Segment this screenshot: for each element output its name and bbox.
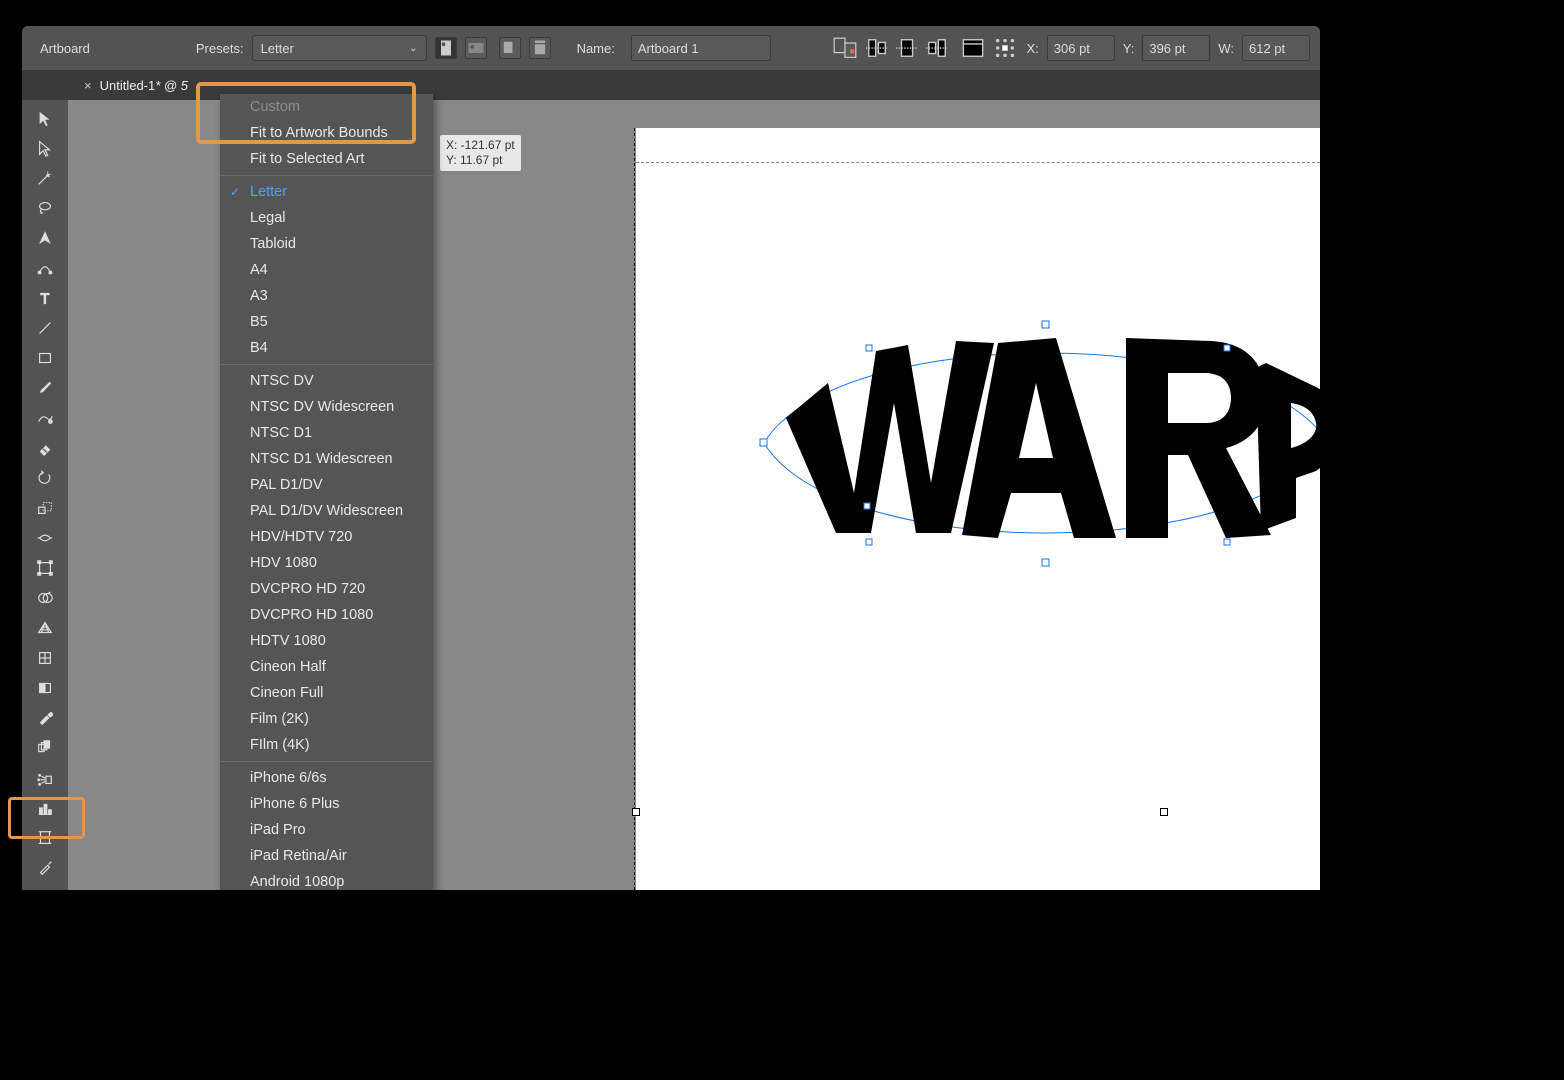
artboard-handle-bottom-left[interactable]	[632, 808, 640, 816]
preset-option[interactable]: HDV/HDTV 720	[220, 524, 433, 550]
preset-option[interactable]: NTSC DV	[220, 368, 433, 394]
preset-option[interactable]: Tabloid	[220, 231, 433, 257]
magic-wand-tool[interactable]	[27, 164, 63, 192]
shaper-tool[interactable]	[27, 404, 63, 432]
reference-point-selector[interactable]	[992, 37, 1018, 59]
preset-option[interactable]: A4	[220, 257, 433, 283]
column-graph-tool[interactable]	[27, 794, 63, 822]
symbol-sprayer-tool[interactable]	[27, 764, 63, 792]
document-tab-strip: × Untitled-1* @ 5	[22, 70, 1320, 100]
w-input[interactable]	[1242, 35, 1310, 61]
selection-tool[interactable]	[27, 104, 63, 132]
hand-tool[interactable]	[27, 884, 63, 890]
artboard-handle-bottom-mid[interactable]	[1160, 808, 1168, 816]
artboard-tool[interactable]	[27, 824, 63, 852]
move-artwork-toggle[interactable]	[832, 37, 858, 59]
perspective-grid-tool[interactable]	[27, 614, 63, 642]
delete-artboard-button[interactable]	[529, 37, 551, 59]
rectangle-tool[interactable]	[27, 344, 63, 372]
mesh-tool[interactable]	[27, 644, 63, 672]
free-transform-tool[interactable]	[27, 554, 63, 582]
preset-option[interactable]: Cineon Half	[220, 654, 433, 680]
tool-mode-label: Artboard	[32, 37, 98, 60]
blend-tool[interactable]	[27, 734, 63, 762]
preset-option[interactable]: Fit to Artwork Bounds	[220, 120, 433, 146]
preset-option[interactable]: B4	[220, 335, 433, 361]
preset-option[interactable]: NTSC D1	[220, 420, 433, 446]
preset-option[interactable]: PAL D1/DV Widescreen	[220, 498, 433, 524]
scale-tool[interactable]	[27, 494, 63, 522]
svg-text:T: T	[41, 291, 50, 307]
preset-option[interactable]: iPhone 6/6s	[220, 765, 433, 791]
type-tool[interactable]: T	[27, 284, 63, 312]
preset-option[interactable]: Fit to Selected Art	[220, 146, 433, 172]
preset-option[interactable]: HDTV 1080	[220, 628, 433, 654]
presets-value: Letter	[261, 41, 294, 56]
preset-option[interactable]: Film (2K)	[220, 706, 433, 732]
y-input[interactable]	[1142, 35, 1210, 61]
chevron-down-icon: ⌄	[409, 43, 417, 54]
tab-close-button[interactable]: ×	[84, 78, 92, 93]
preset-option[interactable]: iPhone 6 Plus	[220, 791, 433, 817]
pen-tool[interactable]	[27, 224, 63, 252]
gradient-tool[interactable]	[27, 674, 63, 702]
presets-menu: CustomFit to Artwork BoundsFit to Select…	[220, 94, 433, 890]
new-artboard-button[interactable]	[499, 37, 521, 59]
slice-tool[interactable]	[27, 854, 63, 882]
artboard-options-icon[interactable]	[962, 37, 984, 59]
presets-dropdown[interactable]: Letter ⌄	[252, 35, 427, 61]
align-center-icon[interactable]	[896, 37, 918, 59]
preset-option: Custom	[220, 94, 433, 120]
preset-option[interactable]: DVCPRO HD 720	[220, 576, 433, 602]
x-input[interactable]	[1047, 35, 1115, 61]
rotate-tool[interactable]	[27, 464, 63, 492]
eraser-tool[interactable]	[27, 434, 63, 462]
orientation-portrait-button[interactable]	[435, 37, 457, 59]
warp-text-object[interactable]	[756, 283, 1320, 573]
x-label: X:	[1026, 41, 1038, 56]
document-tab-title[interactable]: Untitled-1* @ 5	[100, 78, 188, 93]
lasso-tool[interactable]	[27, 194, 63, 222]
line-tool[interactable]	[27, 314, 63, 342]
preset-option[interactable]: FIlm (4K)	[220, 732, 433, 758]
y-label: Y:	[1123, 41, 1135, 56]
eyedropper-tool[interactable]	[27, 704, 63, 732]
align-right-icon[interactable]	[926, 37, 948, 59]
presets-label: Presets:	[196, 41, 244, 56]
app-window: Artboard Presets: Letter ⌄ Name: X	[22, 26, 1320, 890]
preset-option[interactable]: Android 1080p	[220, 869, 433, 890]
preset-option[interactable]: ✓Letter	[220, 179, 433, 205]
w-label: W:	[1218, 41, 1234, 56]
artboard-surface[interactable]	[636, 128, 1320, 890]
preset-option[interactable]: B5	[220, 309, 433, 335]
preset-option[interactable]: Legal	[220, 205, 433, 231]
preset-option[interactable]: iPad Retina/Air	[220, 843, 433, 869]
preset-option[interactable]: DVCPRO HD 1080	[220, 602, 433, 628]
preset-option[interactable]: NTSC D1 Widescreen	[220, 446, 433, 472]
name-label: Name:	[569, 37, 623, 60]
preset-option[interactable]: iPad Pro	[220, 817, 433, 843]
cursor-coordinate-tooltip: X: -121.67 pt Y: 11.67 pt	[439, 134, 522, 172]
paintbrush-tool[interactable]	[27, 374, 63, 402]
align-left-icon[interactable]	[866, 37, 888, 59]
preset-option[interactable]: A3	[220, 283, 433, 309]
orientation-landscape-button[interactable]	[465, 37, 487, 59]
curvature-tool[interactable]	[27, 254, 63, 282]
preset-option[interactable]: HDV 1080	[220, 550, 433, 576]
tools-panel: T	[22, 100, 68, 890]
direct-selection-tool[interactable]	[27, 134, 63, 162]
width-tool[interactable]	[27, 524, 63, 552]
artboard-name-input[interactable]	[631, 35, 771, 61]
preset-option[interactable]: Cineon Full	[220, 680, 433, 706]
preset-option[interactable]: PAL D1/DV	[220, 472, 433, 498]
shape-builder-tool[interactable]	[27, 584, 63, 612]
artboard-control-bar: Artboard Presets: Letter ⌄ Name: X	[22, 26, 1320, 70]
preset-option[interactable]: NTSC DV Widescreen	[220, 394, 433, 420]
